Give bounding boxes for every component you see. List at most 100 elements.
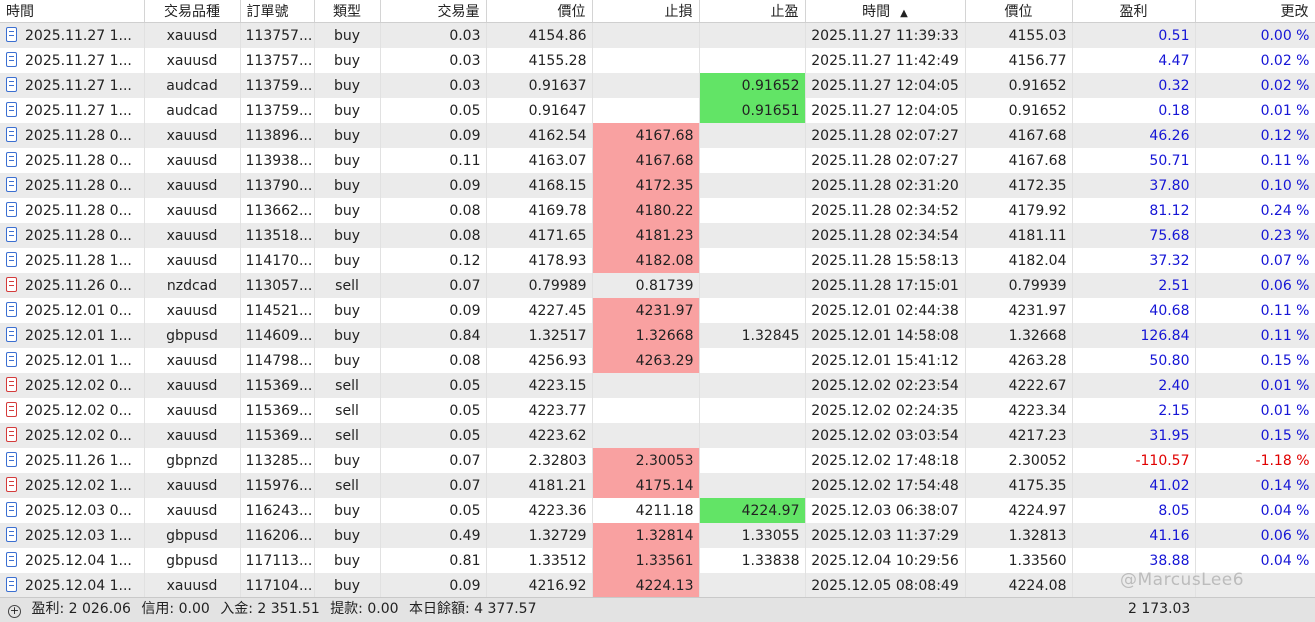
cell-open-time-text: 2025.12.03 1... xyxy=(25,528,132,544)
table-row[interactable]: 2025.12.03 1... gbpusd 116206... buy 0.49 1.3… xyxy=(0,523,1315,548)
cell-profit: 41.16 xyxy=(1072,523,1196,548)
table-row[interactable]: 2025.12.02 1... xauusd 115976... sell 0.07 41… xyxy=(0,473,1315,498)
cell-symbol: xauusd xyxy=(144,123,241,148)
cell-close-price: 4182.04 xyxy=(965,248,1073,273)
cell-open-time-text: 2025.11.28 0... xyxy=(25,128,132,144)
cell-profit: 50.71 xyxy=(1072,148,1196,173)
cell-profit: 50.80 xyxy=(1072,348,1196,373)
table-row[interactable]: 2025.12.01 0... xauusd 114521... buy 0.09 422… xyxy=(0,298,1315,323)
table-row[interactable]: 2025.12.01 1... gbpusd 114609... buy 0.84 1.3… xyxy=(0,323,1315,348)
table-row[interactable]: 2025.11.27 1... xauusd 113757... buy 0.03 415… xyxy=(0,22,1315,48)
col-header-type[interactable]: 類型 xyxy=(314,0,381,23)
cell-open-price: 1.32517 xyxy=(486,323,593,348)
table-row[interactable]: 2025.11.27 1... audcad 113759... buy 0.03 0.9… xyxy=(0,73,1315,98)
expand-icon[interactable]: + xyxy=(8,605,21,618)
table-row[interactable]: 2025.11.28 0... xauusd 113790... buy 0.09 416… xyxy=(0,173,1315,198)
cell-ticket: 113759... xyxy=(240,98,315,123)
table-row[interactable]: 2025.12.03 0... xauusd 116243... buy 0.05 422… xyxy=(0,498,1315,523)
cell-stop-loss xyxy=(592,73,700,98)
cell-change: 0.11 % xyxy=(1195,298,1315,323)
cell-type: buy xyxy=(314,248,381,273)
table-row[interactable]: 2025.11.28 0... xauusd 113938... buy 0.11 416… xyxy=(0,148,1315,173)
cell-change xyxy=(1195,573,1315,598)
cell-take-profit xyxy=(699,398,806,423)
cell-take-profit xyxy=(699,198,806,223)
cell-symbol: nzdcad xyxy=(144,273,241,298)
cell-volume: 0.07 xyxy=(380,273,487,298)
table-row[interactable]: 2025.12.02 0... xauusd 115369... sell 0.05 42… xyxy=(0,373,1315,398)
table-row[interactable]: 2025.11.27 1... audcad 113759... buy 0.05 0.9… xyxy=(0,98,1315,123)
table-row[interactable]: 2025.11.27 1... xauusd 113757... buy 0.03 415… xyxy=(0,48,1315,73)
col-header-take-profit[interactable]: 止盈 xyxy=(699,0,806,23)
cell-take-profit xyxy=(699,123,806,148)
cell-open-price: 4155.28 xyxy=(486,48,593,73)
col-header-close-time[interactable]: 時間 ▲ xyxy=(805,0,966,23)
cell-volume: 0.49 xyxy=(380,523,487,548)
cell-take-profit: 1.33055 xyxy=(699,523,806,548)
footer-withdraw-label: 提款: xyxy=(330,601,363,617)
cell-ticket: 113896... xyxy=(240,123,315,148)
cell-symbol: xauusd xyxy=(144,48,241,73)
table-row[interactable]: 2025.12.04 1... gbpusd 117113... buy 0.81 1.3… xyxy=(0,548,1315,573)
cell-stop-loss xyxy=(592,22,700,48)
col-header-change[interactable]: 更改 xyxy=(1195,0,1315,23)
col-header-symbol[interactable]: 交易品種 xyxy=(144,0,241,23)
cell-open-price: 4223.77 xyxy=(486,398,593,423)
table-row[interactable]: 2025.11.26 0... nzdcad 113057... sell 0.07 0.… xyxy=(0,273,1315,298)
cell-open-time: 2025.12.02 0... xyxy=(0,423,145,448)
trade-history-panel: 時間 交易品種 訂單號 類型 交易量 價位 止損 止盈 時間 ▲ 價位 盈利 更改… xyxy=(0,0,1315,622)
cell-close-price: 4179.92 xyxy=(965,198,1073,223)
cell-open-time: 2025.12.03 0... xyxy=(0,498,145,523)
cell-volume: 0.12 xyxy=(380,248,487,273)
cell-open-time-text: 2025.11.28 0... xyxy=(25,153,132,169)
cell-close-time: 2025.11.27 11:39:33 xyxy=(805,22,966,48)
col-header-stop-loss[interactable]: 止損 xyxy=(592,0,700,23)
position-buy-icon xyxy=(6,227,17,242)
cell-take-profit: 1.32845 xyxy=(699,323,806,348)
position-sell-icon xyxy=(6,402,17,417)
cell-volume: 0.05 xyxy=(380,98,487,123)
cell-take-profit: 4224.97 xyxy=(699,498,806,523)
cell-change: 0.00 % xyxy=(1195,22,1315,48)
table-row[interactable]: 2025.12.02 0... xauusd 115369... sell 0.05 42… xyxy=(0,398,1315,423)
cell-close-price: 4167.68 xyxy=(965,123,1073,148)
table-row[interactable]: 2025.12.02 0... xauusd 115369... sell 0.05 42… xyxy=(0,423,1315,448)
cell-symbol: xauusd xyxy=(144,373,241,398)
col-header-time[interactable]: 時間 xyxy=(0,0,145,23)
cell-ticket: 113285... xyxy=(240,448,315,473)
cell-open-price: 4178.93 xyxy=(486,248,593,273)
table-row[interactable]: 2025.12.01 1... xauusd 114798... buy 0.08 425… xyxy=(0,348,1315,373)
cell-open-time-text: 2025.12.04 1... xyxy=(25,553,132,569)
cell-close-time: 2025.11.28 17:15:01 xyxy=(805,273,966,298)
cell-close-price: 4175.35 xyxy=(965,473,1073,498)
cell-close-time: 2025.11.28 02:31:20 xyxy=(805,173,966,198)
cell-open-price: 4223.15 xyxy=(486,373,593,398)
position-buy-icon xyxy=(6,527,17,542)
col-header-close-price[interactable]: 價位 xyxy=(965,0,1073,23)
position-buy-icon xyxy=(6,352,17,367)
table-row[interactable]: 2025.11.26 1... gbpnzd 113285... buy 0.07 2.3… xyxy=(0,448,1315,473)
table-row[interactable]: 2025.12.04 1... xauusd 117104... buy 0.09 421… xyxy=(0,573,1315,598)
cell-profit: 37.32 xyxy=(1072,248,1196,273)
cell-type: buy xyxy=(314,73,381,98)
table-row[interactable]: 2025.11.28 0... xauusd 113896... buy 0.09 416… xyxy=(0,123,1315,148)
cell-take-profit xyxy=(699,423,806,448)
cell-open-time: 2025.11.27 1... xyxy=(0,48,145,73)
col-header-price[interactable]: 價位 xyxy=(486,0,593,23)
cell-type: buy xyxy=(314,523,381,548)
table-row[interactable]: 2025.11.28 0... xauusd 113518... buy 0.08 417… xyxy=(0,223,1315,248)
cell-take-profit xyxy=(699,473,806,498)
cell-open-price: 4223.36 xyxy=(486,498,593,523)
cell-open-time-text: 2025.11.27 1... xyxy=(25,78,132,94)
col-header-profit[interactable]: 盈利 xyxy=(1072,0,1196,23)
cell-close-time: 2025.12.02 02:23:54 xyxy=(805,373,966,398)
cell-close-time: 2025.12.01 02:44:38 xyxy=(805,298,966,323)
position-sell-icon xyxy=(6,477,17,492)
table-row[interactable]: 2025.11.28 1... xauusd 114170... buy 0.12 417… xyxy=(0,248,1315,273)
table-row[interactable]: 2025.11.28 0... xauusd 113662... buy 0.08 416… xyxy=(0,198,1315,223)
cell-profit: 126.84 xyxy=(1072,323,1196,348)
col-header-volume[interactable]: 交易量 xyxy=(380,0,487,23)
cell-ticket: 114170... xyxy=(240,248,315,273)
col-header-ticket[interactable]: 訂單號 xyxy=(240,0,315,23)
cell-take-profit: 1.33838 xyxy=(699,548,806,573)
